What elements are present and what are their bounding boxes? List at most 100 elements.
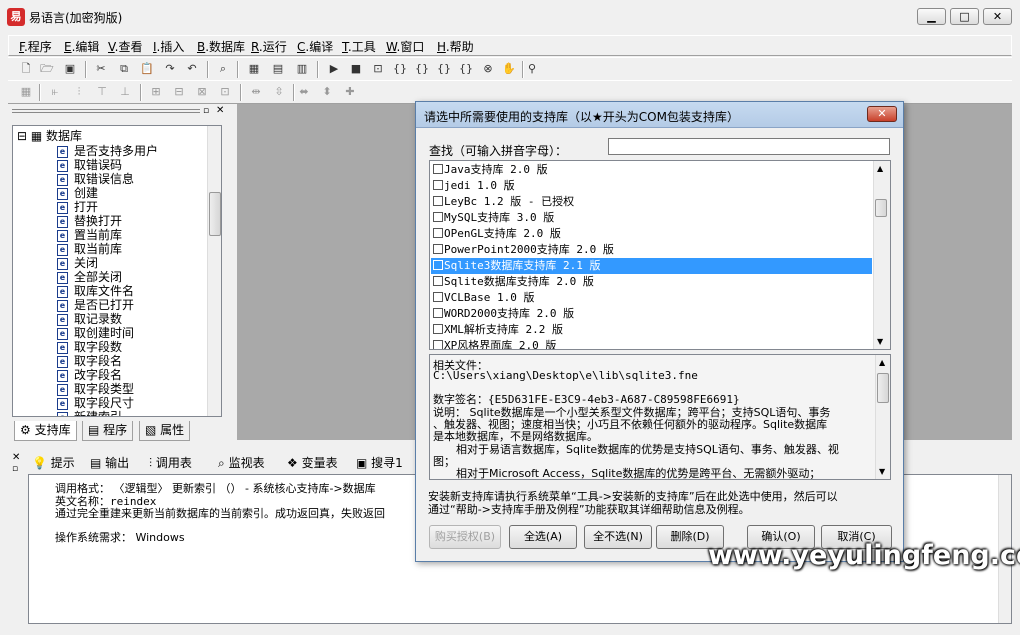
tab-properties[interactable]: ▧ 属性 xyxy=(139,421,191,441)
library-list-item[interactable]: Sqlite3数据库支持库 2.1 版 xyxy=(431,258,872,274)
menu-window[interactable]: W.窗口 xyxy=(386,38,424,55)
library-checkbox[interactable] xyxy=(433,340,443,349)
tree-item[interactable]: e 新建索引 xyxy=(57,410,122,416)
tree-item[interactable]: e 改字段名 xyxy=(57,368,122,382)
tree-item[interactable]: e 取库文件名 xyxy=(57,284,134,298)
menu-database[interactable]: B.数据库 xyxy=(197,38,245,55)
tree-scrollbar[interactable] xyxy=(207,126,221,416)
same-height-icon[interactable]: ⊟ xyxy=(171,84,187,100)
library-list-item[interactable]: OPenGL支持库 2.0 版 xyxy=(431,226,872,242)
tree-item[interactable]: e 取创建时间 xyxy=(57,326,134,340)
bottom-close-icon[interactable]: ✕ xyxy=(12,452,20,463)
tree-item[interactable]: e 取字段名 xyxy=(57,354,122,368)
menu-program[interactable]: F.程序 xyxy=(19,38,52,55)
library-list-item[interactable]: XML解析支持库 2.2 版 xyxy=(431,322,872,338)
tab-watch[interactable]: ⌕ 监视表 xyxy=(218,452,265,474)
menu-compile[interactable]: C.编译 xyxy=(297,38,333,55)
same-size-icon[interactable]: ⊠ xyxy=(194,84,210,100)
library-checkbox[interactable] xyxy=(433,260,443,270)
cut-icon[interactable]: ✂ xyxy=(93,61,109,77)
tab-call-table[interactable]: ⫶ 调用表 xyxy=(149,452,192,474)
library-list-scrollbar-thumb[interactable] xyxy=(875,199,887,217)
library-checkbox[interactable] xyxy=(433,164,443,174)
menu-tools[interactable]: T.工具 xyxy=(342,38,376,55)
tree-item[interactable]: e 替换打开 xyxy=(57,214,122,228)
tree-item[interactable]: e 取记录数 xyxy=(57,312,122,326)
info-scrollbar[interactable]: ▲ ▼ xyxy=(875,355,890,479)
panel-restore-icon[interactable]: ▫ xyxy=(203,106,209,116)
paste-icon[interactable]: 📋 xyxy=(139,61,155,77)
layout-view2-icon[interactable]: ▤ xyxy=(270,61,286,77)
menu-help[interactable]: H.帮助 xyxy=(437,38,474,55)
tab-search1[interactable]: ▣ 搜寻1 xyxy=(356,452,403,474)
buy-license-button[interactable]: 购买授权(B) xyxy=(429,525,501,549)
tree-item[interactable]: e 是否支持多用户 xyxy=(57,144,158,158)
scroll-down-icon[interactable]: ▼ xyxy=(877,337,883,346)
info-scroll-up-icon[interactable]: ▲ xyxy=(879,358,885,367)
layout-view1-icon[interactable]: ▦ xyxy=(246,61,262,77)
undo-icon[interactable]: ↶ xyxy=(184,61,200,77)
align-center-icon[interactable]: ⫶ xyxy=(71,84,87,100)
align-bottom-icon[interactable]: ⊥ xyxy=(117,84,133,100)
tree-item[interactable]: e 打开 xyxy=(57,200,98,214)
run-icon[interactable]: ▶ xyxy=(326,61,342,77)
select-all-button[interactable]: 全选(A) xyxy=(509,525,577,549)
tab-support-lib[interactable]: ⚙ 支持库 xyxy=(14,421,77,441)
menu-insert[interactable]: I.插入 xyxy=(153,38,184,55)
align-left-icon[interactable]: ⫦ xyxy=(47,84,63,100)
step-out-icon[interactable]: {} xyxy=(436,61,452,77)
tree-item[interactable]: e 取字段类型 xyxy=(57,382,134,396)
center-h-icon[interactable]: ⬌ xyxy=(296,84,312,100)
search-input[interactable] xyxy=(608,138,890,155)
step-over-icon[interactable]: {} xyxy=(414,61,430,77)
library-list-scrollbar[interactable]: ▲ ▼ xyxy=(873,161,890,349)
tab-program[interactable]: ▤ 程序 xyxy=(82,421,134,441)
select-none-button[interactable]: 全不选(N) xyxy=(584,525,652,549)
stop-icon[interactable]: ■ xyxy=(348,61,364,77)
library-list-item[interactable]: LeyBc 1.2 版 - 已授权 xyxy=(431,194,872,210)
info-scrollbar-thumb[interactable] xyxy=(877,373,889,403)
tree-item[interactable]: e 全部关闭 xyxy=(57,270,122,284)
library-checkbox[interactable] xyxy=(433,292,443,302)
grid-icon[interactable]: ▦ xyxy=(18,84,34,100)
step-icon[interactable]: ⊡ xyxy=(370,61,386,77)
maximize-button[interactable]: □ xyxy=(950,8,979,25)
library-list-item[interactable]: PowerPoint2000支持库 2.0 版 xyxy=(431,242,872,258)
library-checkbox[interactable] xyxy=(433,180,443,190)
tree-item[interactable]: e 置当前库 xyxy=(57,228,122,242)
library-checkbox[interactable] xyxy=(433,212,443,222)
center-v-icon[interactable]: ⬍ xyxy=(319,84,335,100)
tree-scrollbar-thumb[interactable] xyxy=(209,192,221,236)
library-list-item[interactable]: MySQL支持库 3.0 版 xyxy=(431,210,872,226)
hspace-icon[interactable]: ⇹ xyxy=(248,84,264,100)
bottom-restore-icon[interactable]: ▫ xyxy=(12,464,18,474)
library-list-item[interactable]: XP风格界面库 2.0 版 xyxy=(431,338,872,349)
library-checkbox[interactable] xyxy=(433,324,443,334)
same-width-icon[interactable]: ⊞ xyxy=(148,84,164,100)
hand-icon[interactable]: ✋ xyxy=(501,61,517,77)
tree-item[interactable]: e 取字段数 xyxy=(57,340,122,354)
minimize-button[interactable]: ▁ xyxy=(917,8,946,25)
align-top-icon[interactable]: ⊤ xyxy=(94,84,110,100)
dialog-close-button[interactable]: ✕ xyxy=(867,106,897,122)
tab-hint[interactable]: 💡 提示 xyxy=(32,452,75,474)
tree-root[interactable]: ⊟ ▦ 数据库 xyxy=(17,127,82,144)
binoculars-icon[interactable]: ⚲ xyxy=(524,61,540,77)
library-list-item[interactable]: Sqlite数据库支持库 2.0 版 xyxy=(431,274,872,290)
scroll-up-icon[interactable]: ▲ xyxy=(877,164,883,173)
run-to-icon[interactable]: {} xyxy=(458,61,474,77)
tree-item[interactable]: e 是否已打开 xyxy=(57,298,134,312)
library-list-item[interactable]: WORD2000支持库 2.0 版 xyxy=(431,306,872,322)
tree-item[interactable]: e 取错误码 xyxy=(57,158,122,172)
library-checkbox[interactable] xyxy=(433,196,443,206)
library-checkbox[interactable] xyxy=(433,308,443,318)
panel-close-icon[interactable]: ✕ xyxy=(216,105,224,116)
copy-icon[interactable]: ⧉ xyxy=(116,61,132,77)
library-checkbox[interactable] xyxy=(433,276,443,286)
new-file-icon[interactable]: 🗋 xyxy=(18,61,34,77)
find-icon[interactable]: ⌕ xyxy=(215,61,231,77)
library-list-item[interactable]: Java支持库 2.0 版 xyxy=(431,162,872,178)
redo-icon[interactable]: ↷ xyxy=(162,61,178,77)
menu-run[interactable]: R.运行 xyxy=(251,38,287,55)
center-both-icon[interactable]: ✚ xyxy=(342,84,358,100)
